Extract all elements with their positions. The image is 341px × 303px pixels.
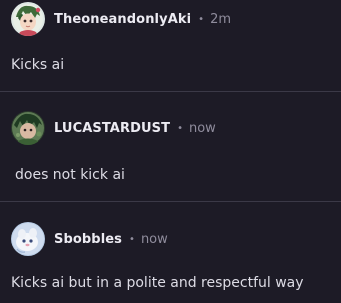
comment-item: TheoneandonlyAki • 2m Kicks ai (0, 0, 341, 91)
white-creature-avatar-icon (11, 222, 45, 256)
separator-dot: • (129, 233, 135, 245)
green-character-avatar-icon (11, 111, 45, 145)
comment-item: Sbobbles • now Kicks ai but in a polite … (0, 202, 341, 303)
separator-dot: • (198, 13, 205, 25)
separator-dot: • (177, 122, 183, 134)
username[interactable]: LUCASTARDUST (54, 121, 170, 136)
user-avatar[interactable] (11, 111, 45, 145)
username[interactable]: TheoneandonlyAki (54, 12, 191, 27)
timestamp: now (188, 120, 216, 136)
comment-text: does not kick ai (15, 167, 125, 183)
comment-header: LUCASTARDUST • now (11, 111, 216, 145)
username[interactable]: Sbobbles (54, 232, 122, 247)
timestamp: 2m (210, 11, 231, 27)
user-avatar[interactable] (11, 222, 45, 256)
comment-text: Kicks ai but in a polite and respectful … (11, 275, 304, 291)
timestamp: now (140, 231, 168, 247)
comment-header: TheoneandonlyAki • 2m (11, 2, 231, 36)
comment-text: Kicks ai (11, 57, 65, 73)
comment-item: LUCASTARDUST • now does not kick ai (0, 92, 341, 201)
comment-feed: TheoneandonlyAki • 2m Kicks ai LUCASTARD… (0, 0, 341, 303)
comment-header: Sbobbles • now (11, 222, 168, 256)
anime-character-avatar-icon (11, 2, 45, 36)
user-avatar[interactable] (11, 2, 45, 36)
